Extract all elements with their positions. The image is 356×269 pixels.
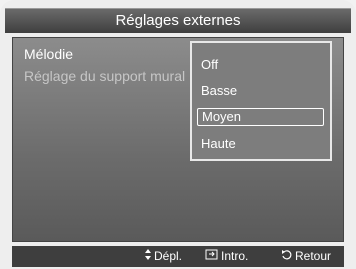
option-off[interactable]: Off (197, 56, 324, 74)
enter-hint: Intro. (205, 249, 248, 263)
back-hint-label: Retour (295, 249, 332, 263)
footer-hints: Dépl. Intro. Retour (12, 246, 344, 267)
menu-item-melodie[interactable]: Mélodie (24, 46, 73, 62)
move-hint: Dépl. (145, 249, 182, 263)
melodie-options-dropdown: Off Basse Moyen Haute (190, 41, 332, 161)
tv-osd-window: Réglages externes Mélodie Réglage du sup… (0, 0, 356, 269)
enter-hint-label: Intro. (221, 249, 249, 263)
page-title: Réglages externes (5, 8, 351, 33)
back-hint: Retour (281, 249, 331, 263)
option-moyen[interactable]: Moyen (197, 108, 324, 126)
option-haute[interactable]: Haute (197, 135, 324, 153)
option-basse[interactable]: Basse (197, 82, 324, 100)
move-hint-label: Dépl. (154, 249, 183, 263)
up-down-arrow-icon (145, 249, 151, 263)
menu-item-wall-mount[interactable]: Réglage du support mural (24, 68, 185, 84)
return-icon (281, 249, 292, 263)
enter-icon (205, 249, 218, 263)
settings-panel: Mélodie Réglage du support mural Off Bas… (12, 37, 344, 242)
